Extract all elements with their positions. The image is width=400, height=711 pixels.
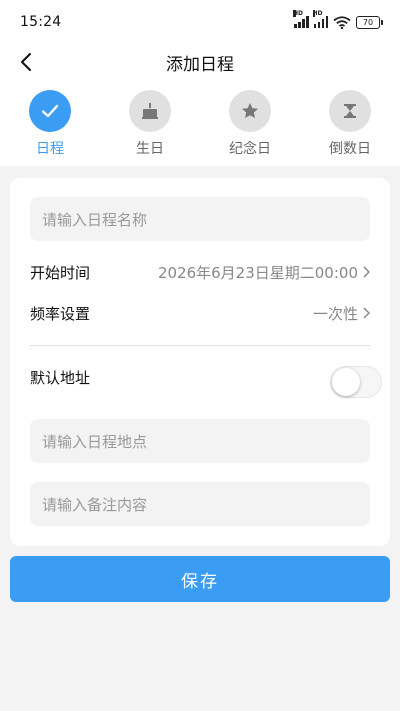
default-address-label: 默认地址 <box>30 368 91 387</box>
chevron-right-icon <box>363 307 370 319</box>
star-icon <box>242 103 258 118</box>
location-input[interactable]: 请输入日程地点 <box>30 419 370 463</box>
tab-schedule-circle <box>29 90 71 132</box>
chevron-left-icon <box>21 53 31 71</box>
battery-icon: 70 <box>356 15 383 29</box>
default-address-row: 默认地址 <box>30 362 370 392</box>
tab-label: 纪念日 <box>229 141 271 157</box>
save-button[interactable]: 保存 <box>10 556 390 602</box>
tab-countdown-circle <box>329 90 371 132</box>
back-button[interactable] <box>12 48 40 76</box>
signal-icon: HD <box>293 10 309 28</box>
tab-birthday[interactable]: 生日 <box>108 80 192 166</box>
battery-level: 70 <box>362 17 374 27</box>
tab-countdown[interactable]: 倒数日 <box>308 80 392 166</box>
tab-schedule[interactable]: 日程 <box>8 80 92 166</box>
tab-birthday-circle <box>129 90 171 132</box>
divider <box>30 345 370 346</box>
start-time-value: 2026年6月23日星期二00:00 <box>157 263 358 282</box>
status-icons: HD HD 70 <box>293 10 383 29</box>
check-icon <box>41 104 59 118</box>
status-bar: 15:24 HD HD 70 <box>0 0 400 44</box>
tab-label: 倒数日 <box>329 141 371 157</box>
nav-bar: 添加日程 <box>0 44 400 80</box>
default-address-toggle[interactable] <box>330 366 382 398</box>
tab-label: 日程 <box>36 141 64 157</box>
location-placeholder: 请输入日程地点 <box>42 432 148 451</box>
frequency-label: 频率设置 <box>30 304 91 323</box>
toggle-knob <box>332 368 360 396</box>
start-time-value-group[interactable]: 2026年6月23日星期二00:00 <box>158 262 370 283</box>
start-time-row[interactable]: 开始时间 2026年6月23日星期二00:00 <box>30 257 370 287</box>
hourglass-icon <box>344 104 356 118</box>
note-placeholder: 请输入备注内容 <box>42 495 148 514</box>
schedule-name-placeholder: 请输入日程名称 <box>42 210 148 229</box>
page-title: 添加日程 <box>166 54 234 75</box>
note-input[interactable]: 请输入备注内容 <box>30 482 370 526</box>
category-tabs: 日程 生日 纪念日 倒数日 <box>0 80 400 166</box>
frequency-value: 一次性 <box>312 304 358 323</box>
wifi-icon <box>333 15 351 29</box>
schedule-name-input[interactable]: 请输入日程名称 <box>30 197 370 241</box>
signal-icon-2: HD <box>312 10 328 28</box>
chevron-right-icon <box>363 266 370 278</box>
cake-icon <box>142 103 158 119</box>
frequency-value-group[interactable]: 一次性 <box>313 303 370 324</box>
tab-anniversary-circle <box>229 90 271 132</box>
start-time-label: 开始时间 <box>30 263 91 282</box>
tab-label: 生日 <box>136 141 164 157</box>
frequency-row[interactable]: 频率设置 一次性 <box>30 298 370 328</box>
tab-anniversary[interactable]: 纪念日 <box>208 80 292 166</box>
form-card: 请输入日程名称 开始时间 2026年6月23日星期二00:00 频率设置 一次性… <box>10 178 390 546</box>
status-time: 15:24 <box>20 14 62 30</box>
